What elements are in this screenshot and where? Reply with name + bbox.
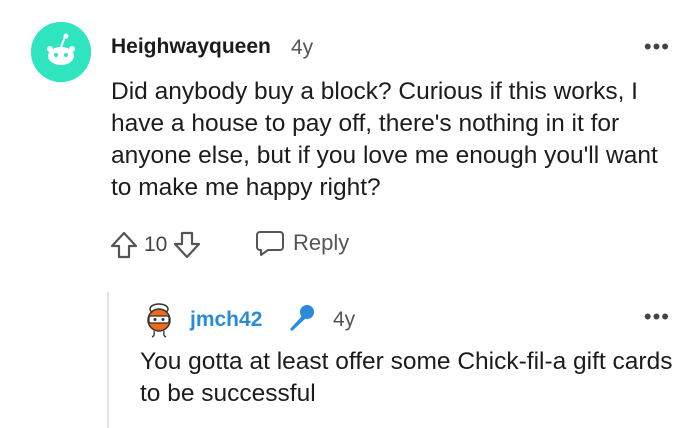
upvote-arrow-icon	[110, 231, 138, 259]
comment-timestamp: 4y	[291, 36, 314, 59]
downvote-button[interactable]	[171, 229, 203, 261]
downvote-arrow-icon	[174, 231, 201, 259]
speech-bubble-icon	[256, 231, 284, 256]
vote-score: 10	[144, 233, 168, 256]
snoo-avatar-icon	[31, 22, 91, 82]
user-avatar[interactable]	[31, 22, 91, 82]
comment-body: Did anybody buy a block? Curious if this…	[111, 78, 658, 201]
reply-more-options-button[interactable]: •••	[644, 306, 670, 328]
thread-line[interactable]	[107, 292, 109, 428]
vote-controls: 10	[108, 228, 203, 262]
microphone-icon	[290, 305, 314, 331]
more-options-button[interactable]: •••	[644, 36, 670, 58]
reply-timestamp: 4y	[333, 308, 356, 331]
reply-body: You gotta at least offer some Chick-fil-…	[140, 348, 673, 407]
comment-username[interactable]: Heighwayqueen	[111, 35, 271, 59]
reply-label: Reply	[293, 230, 350, 255]
snoo-avatar-icon	[147, 303, 171, 338]
comment-thread: Heighwayqueen 4y ••• Did anybody buy a b…	[0, 0, 700, 428]
upvote-button[interactable]	[108, 229, 140, 261]
reply-button[interactable]: Reply	[255, 229, 349, 257]
reply-user-avatar[interactable]	[140, 300, 178, 338]
reply-username[interactable]: jmch42	[190, 308, 262, 332]
microphone-badge	[285, 302, 317, 334]
